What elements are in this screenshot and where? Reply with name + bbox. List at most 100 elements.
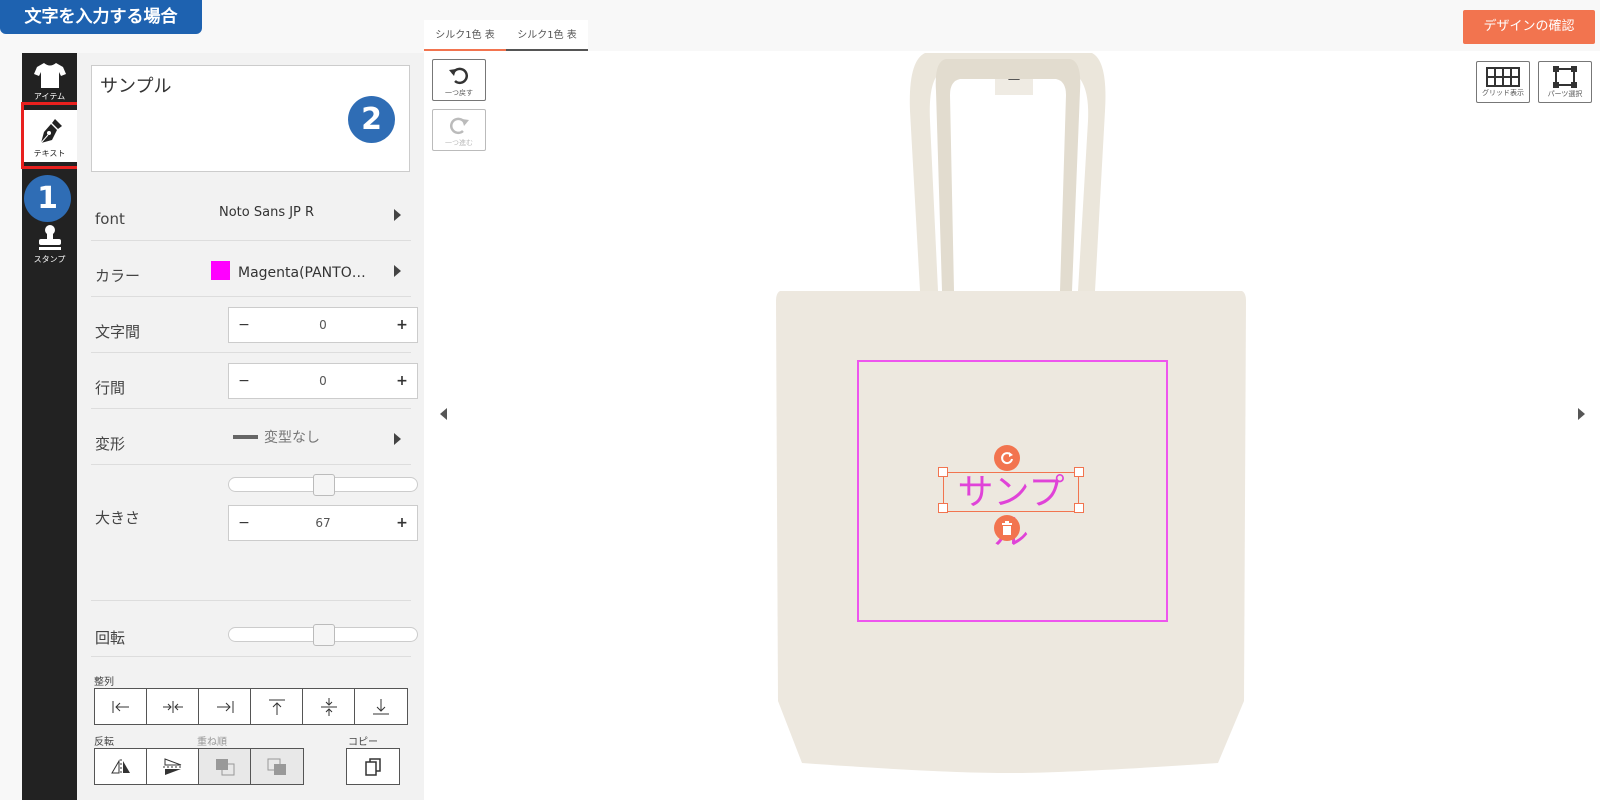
trash-icon — [1002, 521, 1012, 535]
size-slider[interactable] — [228, 474, 418, 496]
rotate-icon — [1001, 452, 1013, 465]
font-label: font — [95, 210, 125, 228]
resize-handle-bottom-right[interactable] — [1074, 503, 1084, 513]
size-slider-knob[interactable] — [313, 474, 335, 496]
chevron-right-icon — [394, 265, 401, 277]
line-spacing-decrease-button[interactable]: − — [229, 364, 259, 398]
confirm-design-button[interactable]: デザインの確認 — [1463, 10, 1595, 44]
rotation-slider-knob[interactable] — [313, 624, 335, 646]
line-spacing-value[interactable]: 0 — [259, 364, 387, 398]
align-center-v-icon — [320, 697, 337, 716]
letter-spacing-decrease-button[interactable]: − — [229, 308, 259, 342]
color-label: カラー — [95, 267, 141, 285]
next-view-button[interactable] — [1562, 395, 1600, 433]
redo-label: 一つ進む — [445, 139, 473, 147]
color-row[interactable]: カラー Magenta(PANTO… — [91, 241, 411, 297]
letter-spacing-label: 文字間 — [95, 323, 141, 341]
align-right-icon — [216, 700, 233, 713]
rotation-label: 回転 — [95, 629, 126, 647]
letter-spacing-stepper: − 0 + — [228, 307, 418, 343]
align-right-button[interactable] — [199, 689, 251, 724]
rotation-slider[interactable] — [228, 624, 418, 646]
align-top-icon — [268, 699, 285, 715]
size-value[interactable]: 67 — [259, 506, 387, 540]
align-button-group — [94, 688, 408, 725]
color-swatch — [211, 261, 230, 280]
rotate-handle[interactable] — [994, 445, 1020, 471]
line-spacing-label: 行間 — [95, 379, 126, 397]
align-center-h-icon — [162, 700, 183, 713]
grid-icon — [1486, 67, 1520, 87]
transform-label: 変形 — [95, 435, 126, 453]
resize-handle-bottom-left[interactable] — [938, 503, 948, 513]
align-center-h-button[interactable] — [147, 689, 199, 724]
resize-handle-top-right[interactable] — [1074, 467, 1084, 477]
side-tabs: シルク1色 表 シルク1色 表 — [424, 20, 588, 51]
canvas-text-object[interactable]: サンプル — [943, 472, 1079, 553]
flip-vertical-button[interactable] — [147, 749, 199, 784]
redo-icon — [450, 117, 469, 135]
align-left-icon — [112, 700, 129, 713]
parts-select-label: パーツ選択 — [1547, 90, 1583, 98]
align-center-v-button[interactable] — [303, 689, 355, 724]
align-top-button[interactable] — [251, 689, 303, 724]
flip-horizontal-icon — [110, 758, 130, 775]
line-spacing-row: 行間 − 0 + — [91, 353, 418, 409]
copy-label: コピー — [348, 737, 378, 748]
align-label: 整列 — [94, 677, 114, 688]
flip-vertical-icon — [162, 757, 183, 775]
flip-horizontal-button[interactable] — [95, 749, 147, 784]
parts-select-button[interactable]: パーツ選択 — [1538, 61, 1592, 103]
flip-order-button-group — [94, 748, 304, 785]
highlight-text-tool — [21, 102, 83, 169]
size-row: 大きさ − 67 + — [91, 465, 418, 601]
tool-stamp-label: スタンプ — [33, 255, 66, 264]
line-spacing-increase-button[interactable]: + — [387, 364, 417, 398]
tshirt-icon — [33, 63, 66, 88]
size-increase-button[interactable]: + — [387, 506, 417, 540]
resize-handle-top-left[interactable] — [938, 467, 948, 477]
arrow-left-icon — [439, 408, 447, 420]
send-backward-button[interactable] — [251, 749, 303, 784]
size-stepper: − 67 + — [228, 505, 418, 541]
undo-button[interactable]: 一つ戻す — [432, 59, 486, 101]
tool-item-label: アイテム — [33, 92, 66, 101]
redo-button[interactable]: 一つ進む — [432, 109, 486, 151]
transform-row[interactable]: 変形 変型なし — [91, 409, 411, 465]
font-row[interactable]: font Noto Sans JP R — [91, 193, 411, 241]
tab-front[interactable]: シルク1色 表 — [424, 20, 506, 51]
tool-stamp[interactable]: スタンプ — [22, 218, 77, 270]
parts-select-icon — [1553, 66, 1577, 88]
line-spacing-stepper: − 0 + — [228, 363, 418, 399]
align-bottom-button[interactable] — [355, 689, 407, 724]
step-badge-2: 2 — [348, 96, 395, 143]
tab-back[interactable]: シルク1色 表 — [506, 20, 588, 51]
copy-icon — [365, 757, 381, 776]
delete-handle[interactable] — [994, 515, 1020, 541]
send-backward-icon — [267, 758, 286, 775]
bring-forward-button[interactable] — [199, 749, 251, 784]
grid-toggle-button[interactable]: グリッド表示 — [1476, 61, 1530, 103]
copy-button[interactable] — [347, 749, 399, 784]
transform-line-icon — [233, 435, 258, 439]
prev-view-button[interactable] — [424, 395, 462, 433]
size-label: 大きさ — [95, 509, 141, 527]
letter-spacing-row: 文字間 − 0 + — [91, 297, 418, 353]
undo-label: 一つ戻す — [445, 89, 473, 97]
order-label: 重ね順 — [197, 737, 227, 748]
letter-spacing-increase-button[interactable]: + — [387, 308, 417, 342]
chevron-right-icon — [394, 209, 401, 221]
font-value: Noto Sans JP R — [219, 205, 315, 220]
step-badge-1: 1 — [24, 175, 71, 222]
size-decrease-button[interactable]: − — [229, 506, 259, 540]
text-settings-panel: サンプル font Noto Sans JP R カラー Magenta(PAN… — [77, 53, 424, 800]
arrow-right-icon — [1577, 408, 1585, 420]
transform-value: 変型なし — [264, 430, 320, 446]
flip-label: 反転 — [94, 737, 114, 748]
bring-forward-icon — [215, 758, 234, 775]
align-left-button[interactable] — [95, 689, 147, 724]
undo-icon — [449, 67, 468, 85]
copy-button-group — [346, 748, 400, 785]
tool-item[interactable]: アイテム — [22, 55, 77, 107]
letter-spacing-value[interactable]: 0 — [259, 308, 387, 342]
